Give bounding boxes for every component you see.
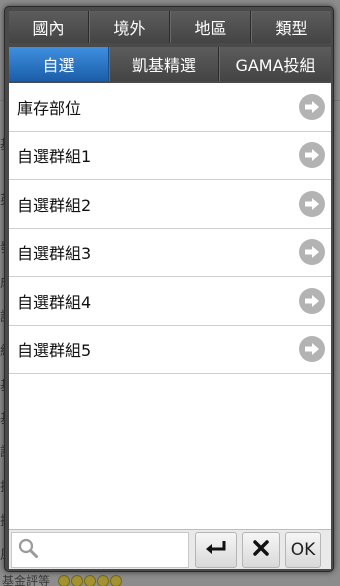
rating-coins: [57, 574, 123, 586]
rating-coin-icon: [83, 575, 96, 586]
tab-region[interactable]: 地區: [170, 11, 251, 43]
search-box: [11, 531, 216, 568]
enter-button[interactable]: [195, 531, 237, 568]
search-toolbar: OK: [9, 529, 331, 569]
tab-watchlist[interactable]: 自選: [9, 47, 109, 81]
list-item-label: 庫存部位: [17, 98, 82, 118]
list-item-label: 自選群組4: [17, 292, 92, 312]
arrow-right-icon: [299, 93, 325, 120]
enter-icon: [204, 539, 228, 561]
list-item-label: 自選群組1: [17, 147, 92, 167]
category-tabs: 國內 境外 地區 類型: [9, 11, 331, 43]
list-item-holdings[interactable]: 庫存部位: [9, 83, 331, 132]
fund-selector-dialog: 國內 境外 地區 類型 自選 凱基精選 GAMA投組 庫存部位 自選群組1 自選…: [4, 6, 334, 572]
ok-button[interactable]: OK: [285, 531, 321, 568]
tab-offshore[interactable]: 境外: [89, 11, 170, 43]
list-item-group-5[interactable]: 自選群組5: [9, 326, 331, 374]
watchlist-group-list: 庫存部位 自選群組1 自選群組2 自選群組3 自選群組4 自選群組5: [9, 83, 331, 529]
list-item-label: 自選群組2: [17, 195, 92, 215]
arrow-right-icon: [299, 239, 325, 266]
tab-kgi-picks[interactable]: 凱基精選: [109, 47, 219, 81]
close-icon: [252, 539, 270, 561]
arrow-right-icon: [299, 287, 325, 314]
search-input[interactable]: [42, 534, 216, 565]
rating-coin-icon: [109, 575, 122, 586]
list-item-group-4[interactable]: 自選群組4: [9, 277, 331, 326]
fund-rating-label: 基金評等: [2, 574, 51, 586]
arrow-right-icon: [299, 190, 325, 217]
fund-rating-footer: 基金評等: [0, 572, 340, 586]
list-item-label: 自選群組3: [17, 244, 92, 264]
clear-button[interactable]: [242, 531, 280, 568]
rating-coin-icon: [70, 575, 83, 586]
tab-gama-portfolio[interactable]: GAMA投組: [219, 47, 331, 81]
rating-coin-icon: [57, 575, 70, 586]
rating-coin-icon: [96, 575, 109, 586]
list-item-label: 自選群組5: [17, 341, 92, 361]
arrow-right-icon: [299, 142, 325, 169]
sub-tabs: 自選 凱基精選 GAMA投組: [9, 47, 331, 81]
search-icon: [18, 538, 38, 562]
tab-type[interactable]: 類型: [251, 11, 331, 43]
list-item-group-1[interactable]: 自選群組1: [9, 132, 331, 180]
list-item-group-3[interactable]: 自選群組3: [9, 229, 331, 277]
tab-domestic[interactable]: 國內: [9, 11, 89, 43]
list-item-group-2[interactable]: 自選群組2: [9, 180, 331, 229]
arrow-right-icon: [299, 336, 325, 363]
